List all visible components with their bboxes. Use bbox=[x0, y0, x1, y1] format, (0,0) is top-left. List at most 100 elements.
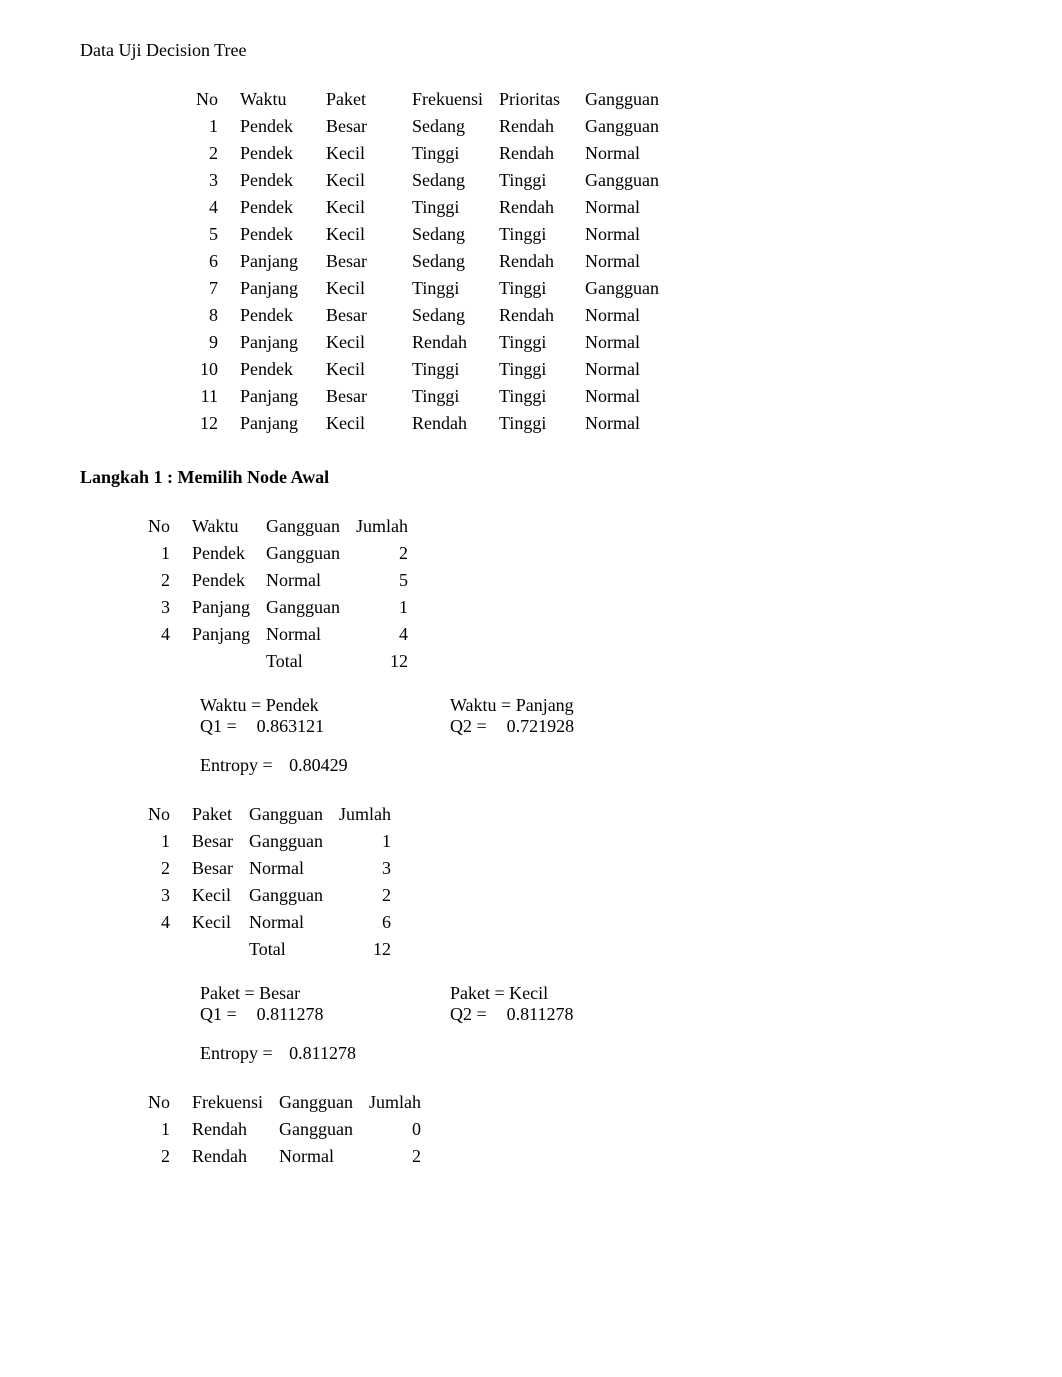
col-gangguan: Gangguan bbox=[241, 801, 331, 828]
q2-value: 0.811278 bbox=[507, 1004, 574, 1025]
cell: 3 bbox=[331, 855, 405, 882]
cell: Pendek bbox=[232, 194, 318, 221]
cell: 1 bbox=[348, 594, 422, 621]
col-jumlah: Jumlah bbox=[331, 801, 405, 828]
cell: 2 bbox=[331, 882, 405, 909]
frekuensi-table-header: No Frekuensi Gangguan Jumlah bbox=[140, 1089, 435, 1116]
col-gangguan: Gangguan bbox=[258, 513, 348, 540]
cell: Sedang bbox=[404, 113, 491, 140]
cell: Pendek bbox=[232, 302, 318, 329]
cell: Kecil bbox=[318, 356, 404, 383]
cell: Normal bbox=[241, 855, 331, 882]
table-row: 1PendekBesarSedangRendahGangguan bbox=[140, 113, 667, 140]
cell: Sedang bbox=[404, 221, 491, 248]
cell: 3 bbox=[140, 882, 184, 909]
main-data-table: No Waktu Paket Frekuensi Prioritas Gangg… bbox=[140, 86, 667, 437]
paket-total-row: Total 12 bbox=[140, 936, 405, 963]
col-paket: Paket bbox=[184, 801, 241, 828]
table-row: 6PanjangBesarSedangRendahNormal bbox=[140, 248, 667, 275]
cell: Rendah bbox=[404, 410, 491, 437]
col-no: No bbox=[140, 86, 232, 113]
table-row: 1BesarGangguan1 bbox=[140, 828, 405, 855]
cell: 2 bbox=[361, 1143, 435, 1170]
col-jumlah: Jumlah bbox=[361, 1089, 435, 1116]
cell: Tinggi bbox=[491, 275, 577, 302]
q1-label: Q1 = bbox=[200, 1004, 237, 1025]
cell: 1 bbox=[140, 1116, 184, 1143]
cell: Gangguan bbox=[241, 882, 331, 909]
waktu-table-header: No Waktu Gangguan Jumlah bbox=[140, 513, 422, 540]
cell: Gangguan bbox=[271, 1116, 361, 1143]
table-row: 3PendekKecilSedangTinggiGangguan bbox=[140, 167, 667, 194]
cell: 12 bbox=[140, 410, 232, 437]
total-value: 12 bbox=[348, 648, 422, 675]
col-paket: Paket bbox=[318, 86, 404, 113]
cell: Normal bbox=[577, 410, 667, 437]
col-gangguan: Gangguan bbox=[271, 1089, 361, 1116]
cell: 0 bbox=[361, 1116, 435, 1143]
cell: Normal bbox=[577, 140, 667, 167]
cell: Besar bbox=[318, 248, 404, 275]
col-prioritas: Prioritas bbox=[491, 86, 577, 113]
cell: 11 bbox=[140, 383, 232, 410]
waktu-calc-pair: Waktu = Pendek Q1 = 0.863121 Waktu = Pan… bbox=[200, 695, 1032, 737]
cell: Tinggi bbox=[491, 383, 577, 410]
cell: Gangguan bbox=[577, 113, 667, 140]
cell: Kecil bbox=[318, 167, 404, 194]
cell: Panjang bbox=[232, 248, 318, 275]
cell: Pendek bbox=[232, 356, 318, 383]
waktu-pendek-title: Waktu = Pendek bbox=[200, 695, 380, 716]
q1-label: Q1 = bbox=[200, 716, 237, 737]
cell: 5 bbox=[140, 221, 232, 248]
table-row: 3PanjangGangguan1 bbox=[140, 594, 422, 621]
cell: Rendah bbox=[491, 194, 577, 221]
cell: Rendah bbox=[491, 140, 577, 167]
cell: 4 bbox=[140, 194, 232, 221]
q2-value: 0.721928 bbox=[507, 716, 575, 737]
cell: Panjang bbox=[232, 410, 318, 437]
cell: Panjang bbox=[232, 275, 318, 302]
col-waktu: Waktu bbox=[184, 513, 258, 540]
cell: Kecil bbox=[184, 882, 241, 909]
cell: Normal bbox=[577, 383, 667, 410]
table-row: 2RendahNormal2 bbox=[140, 1143, 435, 1170]
cell: Tinggi bbox=[491, 329, 577, 356]
frekuensi-table: No Frekuensi Gangguan Jumlah 1RendahGang… bbox=[140, 1089, 435, 1170]
cell: 1 bbox=[140, 540, 184, 567]
table-row: 5PendekKecilSedangTinggiNormal bbox=[140, 221, 667, 248]
col-waktu: Waktu bbox=[232, 86, 318, 113]
waktu-entropy: Entropy = 0.80429 bbox=[200, 755, 1032, 776]
cell: Gangguan bbox=[577, 275, 667, 302]
cell: 2 bbox=[140, 567, 184, 594]
entropy-value: 0.811278 bbox=[289, 1043, 356, 1063]
cell: Pendek bbox=[232, 167, 318, 194]
cell: Normal bbox=[258, 567, 348, 594]
cell: Pendek bbox=[232, 140, 318, 167]
cell: Normal bbox=[577, 221, 667, 248]
col-no: No bbox=[140, 1089, 184, 1116]
cell: 1 bbox=[140, 828, 184, 855]
paket-calc-pair: Paket = Besar Q1 = 0.811278 Paket = Keci… bbox=[200, 983, 1032, 1025]
table-row: 1RendahGangguan0 bbox=[140, 1116, 435, 1143]
cell: Gangguan bbox=[258, 540, 348, 567]
table-row: 12PanjangKecilRendahTinggiNormal bbox=[140, 410, 667, 437]
cell: 4 bbox=[140, 909, 184, 936]
table-row: 7PanjangKecilTinggiTinggiGangguan bbox=[140, 275, 667, 302]
cell: Kecil bbox=[318, 194, 404, 221]
paket-table: No Paket Gangguan Jumlah 1BesarGangguan1… bbox=[140, 801, 405, 963]
cell: 6 bbox=[140, 248, 232, 275]
cell: Sedang bbox=[404, 167, 491, 194]
cell: Panjang bbox=[184, 621, 258, 648]
cell: Gangguan bbox=[258, 594, 348, 621]
table-row: 1PendekGangguan2 bbox=[140, 540, 422, 567]
col-no: No bbox=[140, 801, 184, 828]
cell: Pendek bbox=[184, 567, 258, 594]
cell: Panjang bbox=[232, 383, 318, 410]
cell: 2 bbox=[140, 140, 232, 167]
cell: Panjang bbox=[184, 594, 258, 621]
table-row: 4PendekKecilTinggiRendahNormal bbox=[140, 194, 667, 221]
q1-value: 0.811278 bbox=[257, 1004, 324, 1025]
cell: Kecil bbox=[318, 275, 404, 302]
cell: Normal bbox=[271, 1143, 361, 1170]
cell: 7 bbox=[140, 275, 232, 302]
